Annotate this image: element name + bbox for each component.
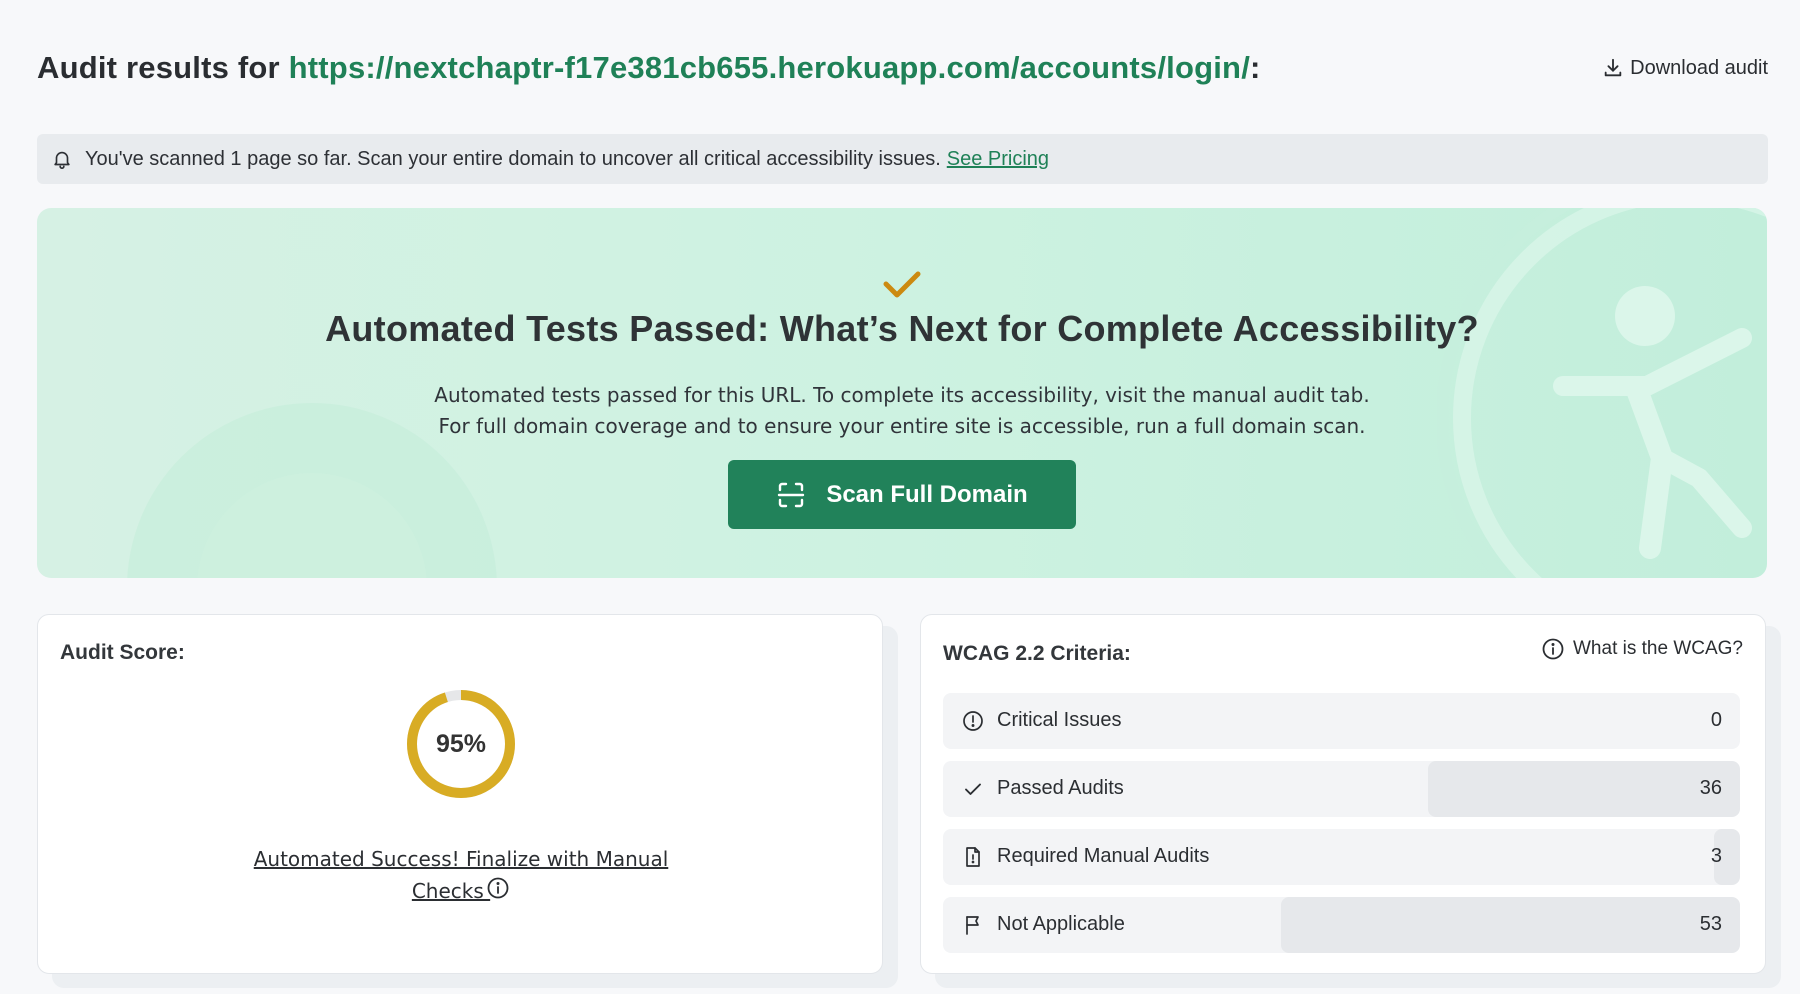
criteria-count: 0	[1710, 709, 1722, 731]
criteria-row-required-manual-audits[interactable]: Required Manual Audits 3	[943, 829, 1740, 885]
criteria-label: Required Manual Audits	[997, 845, 1210, 867]
criteria-row-passed-audits[interactable]: Passed Audits 36	[943, 761, 1740, 817]
scan-button-label: Scan Full Domain	[826, 480, 1028, 508]
criteria-label: Not Applicable	[997, 913, 1125, 935]
criteria-count: 36	[1699, 777, 1722, 799]
score-link-line-2: Checks	[411, 879, 491, 903]
wcag-criteria-card: WCAG 2.2 Criteria: What is the WCAG? Cri…	[920, 614, 1766, 974]
download-label: Download audit	[1630, 56, 1768, 79]
hero-description-line-2: For full domain coverage and to ensure y…	[438, 414, 1366, 438]
checkmark-icon	[883, 271, 921, 298]
flag-icon	[966, 916, 979, 935]
audit-score-card: Audit Score: 95% Automated Success! Fina…	[37, 614, 883, 974]
hero-description-line-1: Automated tests passed for this URL. To …	[434, 383, 1370, 407]
finalize-manual-checks-link[interactable]: Automated Success! Finalize with Manual …	[38, 843, 884, 907]
wcag-help-label: What is the WCAG?	[1573, 638, 1743, 659]
scan-full-domain-button[interactable]: Scan Full Domain	[728, 460, 1076, 529]
info-icon	[1542, 638, 1564, 660]
info-icon	[487, 877, 509, 899]
title-suffix: :	[1250, 50, 1261, 85]
check-icon	[965, 783, 981, 795]
page-header: Audit results for https://nextchaptr-f17…	[37, 44, 1768, 92]
hero-title: Automated Tests Passed: What’s Next for …	[325, 308, 1479, 349]
wcag-title: WCAG 2.2 Criteria:	[943, 642, 1131, 665]
criteria-row-not-applicable[interactable]: Not Applicable 53	[943, 897, 1740, 953]
score-link-line-1: Automated Success! Finalize with Manual	[253, 847, 669, 871]
see-pricing-link[interactable]: See Pricing	[947, 148, 1049, 171]
criteria-count: 3	[1710, 845, 1722, 867]
criteria-count: 53	[1699, 913, 1722, 935]
audit-score-title: Audit Score:	[60, 641, 185, 664]
criteria-label: Passed Audits	[997, 777, 1124, 799]
download-audit-button[interactable]: Download audit	[1602, 57, 1768, 80]
document-icon	[966, 847, 980, 867]
what-is-wcag-button[interactable]: What is the WCAG?	[1541, 637, 1743, 661]
scan-notice-banner: You've scanned 1 page so far. Scan your …	[37, 134, 1768, 184]
bell-icon	[54, 151, 70, 169]
notice-text: You've scanned 1 page so far. Scan your …	[85, 147, 941, 170]
title-prefix: Audit results for	[37, 50, 289, 85]
alert-circle-icon	[963, 711, 983, 731]
automated-tests-hero: Automated Tests Passed: What’s Next for …	[37, 208, 1767, 578]
audited-url: https://nextchaptr-f17e381cb655.herokuap…	[288, 50, 1251, 85]
criteria-label: Critical Issues	[997, 709, 1122, 731]
criteria-fill	[1428, 761, 1740, 817]
scan-icon	[778, 482, 805, 507]
page-title: Audit results for https://nextchaptr-f17…	[37, 50, 1261, 86]
criteria-row-critical-issues[interactable]: Critical Issues 0	[943, 693, 1740, 749]
criteria-fill	[1280, 897, 1740, 953]
download-icon	[1604, 58, 1622, 77]
score-value: 95%	[435, 729, 487, 758]
